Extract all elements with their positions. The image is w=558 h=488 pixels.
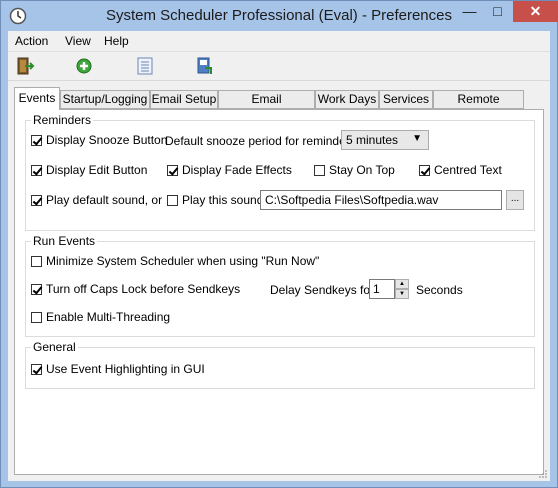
minimize-run-now-checkbox[interactable]: Minimize System Scheduler when using "Ru…	[31, 254, 319, 268]
general-group: General Use Event Highlighting in GUI	[25, 340, 535, 389]
minimize-button[interactable]: —	[456, 1, 483, 22]
browse-button[interactable]: ...	[506, 190, 524, 210]
play-default-label: Play default sound, or	[46, 193, 163, 207]
seconds-label: Seconds	[416, 283, 463, 297]
display-snooze-checkbox[interactable]: Display Snooze Button	[31, 133, 167, 147]
maximize-button[interactable]: □	[484, 1, 511, 22]
general-group-label: General	[31, 340, 78, 354]
stay-on-top-checkbox[interactable]: Stay On Top	[314, 163, 395, 177]
stay-on-top-label: Stay On Top	[329, 163, 395, 177]
tab-events[interactable]: Events	[14, 87, 60, 110]
centred-text-checkbox[interactable]: Centred Text	[419, 163, 502, 177]
minimize-run-now-label: Minimize System Scheduler when using "Ru…	[46, 254, 320, 268]
toolbar	[8, 52, 550, 81]
display-fade-checkbox[interactable]: Display Fade Effects	[167, 163, 292, 177]
delay-sendkeys-label: Delay Sendkeys for	[270, 283, 375, 297]
run-events-group: Run Events Minimize System Scheduler whe…	[25, 234, 535, 337]
play-this-checkbox[interactable]: Play this sound	[167, 193, 263, 207]
multithreading-label: Enable Multi-Threading	[46, 310, 171, 324]
checkbox-box[interactable]	[31, 134, 42, 146]
title-bar[interactable]: System Scheduler Professional (Eval) - P…	[1, 1, 558, 31]
tab-startup-logging[interactable]: Startup/Logging	[60, 90, 150, 109]
chevron-down-icon: ▼	[412, 133, 422, 144]
add-icon[interactable]	[74, 56, 94, 76]
menu-action[interactable]: Action	[15, 34, 48, 48]
display-edit-checkbox[interactable]: Display Edit Button	[31, 163, 147, 177]
checkbox-box[interactable]	[31, 194, 42, 206]
menu-bar: Action View Help	[8, 31, 550, 52]
spin-up-icon[interactable]: ▲	[395, 279, 409, 289]
display-edit-label: Display Edit Button	[46, 163, 148, 177]
list-icon[interactable]	[135, 56, 155, 76]
tab-strip: Events Startup/Logging Email Setup Email…	[8, 87, 550, 123]
checkbox-box[interactable]	[31, 311, 42, 323]
save-icon[interactable]	[194, 56, 214, 76]
tab-services[interactable]: Services	[379, 90, 433, 109]
checkbox-box[interactable]	[167, 164, 178, 176]
delay-sendkeys-stepper[interactable]: 1 ▲ ▼	[369, 279, 409, 299]
reminders-group-label: Reminders	[31, 113, 94, 127]
checkbox-box[interactable]	[314, 164, 325, 176]
spin-down-icon[interactable]: ▼	[395, 289, 409, 299]
play-this-label: Play this sound	[182, 193, 264, 207]
display-snooze-label: Display Snooze Button	[46, 133, 168, 147]
event-highlighting-checkbox[interactable]: Use Event Highlighting in GUI	[31, 362, 205, 376]
display-fade-label: Display Fade Effects	[182, 163, 292, 177]
exit-icon[interactable]	[15, 56, 35, 76]
resize-grip-icon[interactable]	[538, 469, 548, 479]
events-tab-page: Reminders Display Snooze Button Default …	[14, 109, 544, 475]
tab-email-notifications[interactable]: Email Notifications	[218, 90, 315, 123]
checkbox-box[interactable]	[31, 283, 42, 295]
reminders-group: Reminders Display Snooze Button Default …	[25, 113, 535, 231]
caps-lock-checkbox[interactable]: Turn off Caps Lock before Sendkeys	[31, 282, 240, 296]
snooze-period-label: Default snooze period for reminders	[165, 134, 356, 148]
centred-text-label: Centred Text	[434, 163, 502, 177]
checkbox-box[interactable]	[31, 363, 42, 375]
event-highlighting-label: Use Event Highlighting in GUI	[46, 362, 205, 376]
checkbox-box[interactable]	[167, 194, 178, 206]
run-events-group-label: Run Events	[31, 234, 98, 248]
close-button[interactable]: ✕	[513, 1, 558, 22]
client-area: Action View Help Events Startup/Logging …	[8, 31, 550, 481]
multithreading-checkbox[interactable]: Enable Multi-Threading	[31, 310, 170, 324]
sound-path-input[interactable]: C:\Softpedia Files\Softpedia.wav	[260, 190, 502, 210]
checkbox-box[interactable]	[31, 164, 42, 176]
caps-lock-label: Turn off Caps Lock before Sendkeys	[46, 282, 241, 296]
tab-remote-desktop[interactable]: Remote Desktop	[433, 90, 524, 123]
play-default-checkbox[interactable]: Play default sound, or	[31, 193, 162, 207]
menu-help[interactable]: Help	[104, 34, 129, 48]
checkbox-box[interactable]	[419, 164, 430, 176]
tab-work-days[interactable]: Work Days	[315, 90, 379, 109]
snooze-period-value: 5 minutes	[346, 133, 399, 147]
checkbox-box[interactable]	[31, 255, 42, 267]
app-window: System Scheduler Professional (Eval) - P…	[0, 0, 558, 488]
snooze-period-select[interactable]: 5 minutes ▼	[341, 130, 429, 150]
menu-view[interactable]: View	[65, 34, 91, 48]
tab-email-setup[interactable]: Email Setup	[150, 90, 218, 109]
delay-sendkeys-input[interactable]: 1	[369, 279, 395, 299]
